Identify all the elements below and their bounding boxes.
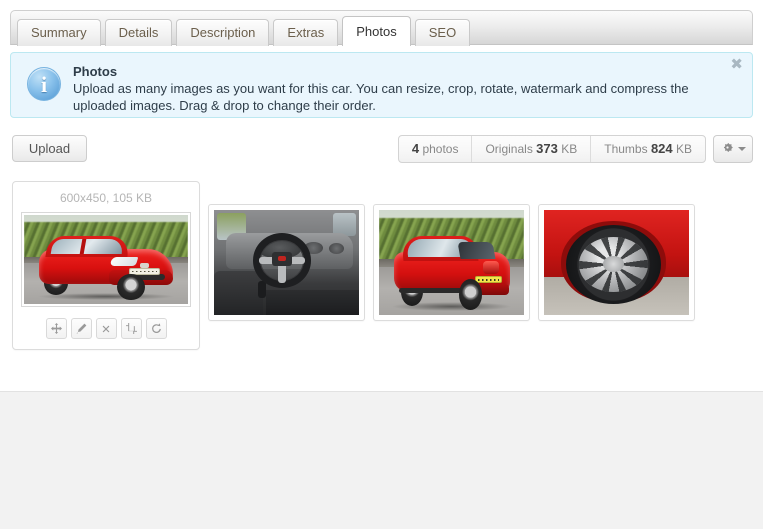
tab-photos[interactable]: Photos bbox=[342, 16, 411, 46]
gear-icon bbox=[721, 141, 734, 157]
tab-seo[interactable]: SEO bbox=[414, 19, 471, 46]
photo-image-wheel-closeup bbox=[544, 210, 689, 315]
settings-dropdown-button[interactable] bbox=[713, 135, 753, 163]
rotate-icon[interactable] bbox=[145, 318, 167, 339]
info-alert: i Photos Upload as many images as you wa… bbox=[10, 52, 753, 118]
photo-image-front-view bbox=[24, 215, 188, 304]
photo-card-4[interactable] bbox=[538, 204, 695, 321]
tab-description[interactable]: Description bbox=[176, 19, 270, 46]
tab-summary[interactable]: Summary bbox=[17, 19, 101, 46]
alert-body: Photos Upload as many images as you want… bbox=[73, 64, 733, 114]
info-icon-glyph: i bbox=[40, 72, 48, 97]
stat-originals-unit: KB bbox=[561, 142, 578, 156]
photo-image-rear-view bbox=[379, 210, 524, 315]
stat-photo-count-value: 4 bbox=[411, 141, 420, 156]
upload-button[interactable]: Upload bbox=[12, 135, 87, 162]
stat-originals-label: Originals bbox=[485, 142, 533, 156]
photo-card-primary[interactable]: 600x450, 105 KB bbox=[12, 181, 200, 350]
edit-pencil-icon[interactable] bbox=[70, 318, 92, 339]
photo-card-3[interactable] bbox=[373, 204, 530, 321]
move-handle-icon[interactable] bbox=[45, 318, 67, 339]
stat-originals-size: Originals 373 KB bbox=[472, 136, 592, 162]
stat-photo-count: 4 photos bbox=[399, 136, 473, 162]
photo-stats-group: 4 photos Originals 373 KB Thumbs 824 KB bbox=[397, 135, 706, 163]
photo-thumbnail-2[interactable] bbox=[214, 210, 359, 315]
tab-bar: Summary Details Description Extras Photo… bbox=[10, 10, 753, 46]
info-icon: i bbox=[27, 67, 61, 101]
stat-thumbs-label: Thumbs bbox=[604, 142, 648, 156]
tab-list: Summary Details Description Extras Photo… bbox=[17, 16, 474, 46]
chevron-down-icon bbox=[737, 147, 746, 151]
photo-action-toolbar bbox=[21, 307, 191, 349]
stat-originals-value: 373 bbox=[536, 141, 558, 156]
crop-icon[interactable] bbox=[120, 318, 142, 339]
photo-thumbnail-1[interactable] bbox=[21, 212, 191, 307]
photo-card-2[interactable] bbox=[208, 204, 365, 321]
photo-thumbnail-3[interactable] bbox=[379, 210, 524, 315]
delete-x-icon[interactable] bbox=[95, 318, 117, 339]
photo-image-interior bbox=[214, 210, 359, 315]
stat-thumbs-unit: KB bbox=[675, 142, 692, 156]
photo-dimensions-label: 600x450, 105 KB bbox=[59, 191, 153, 205]
tab-details[interactable]: Details bbox=[104, 19, 173, 46]
photos-manager-page: Summary Details Description Extras Photo… bbox=[0, 0, 763, 529]
tab-extras[interactable]: Extras bbox=[273, 19, 339, 46]
stat-thumbs-size: Thumbs 824 KB bbox=[591, 136, 705, 162]
stat-photo-count-unit: photos bbox=[422, 142, 459, 156]
alert-title: Photos bbox=[73, 64, 118, 79]
photo-thumbnail-4[interactable] bbox=[544, 210, 689, 315]
stat-thumbs-value: 824 bbox=[650, 141, 673, 156]
alert-message: Upload as many images as you want for th… bbox=[73, 81, 689, 113]
close-icon[interactable]: ✖ bbox=[730, 57, 743, 72]
photo-grid: 600x450, 105 KB bbox=[12, 181, 752, 350]
